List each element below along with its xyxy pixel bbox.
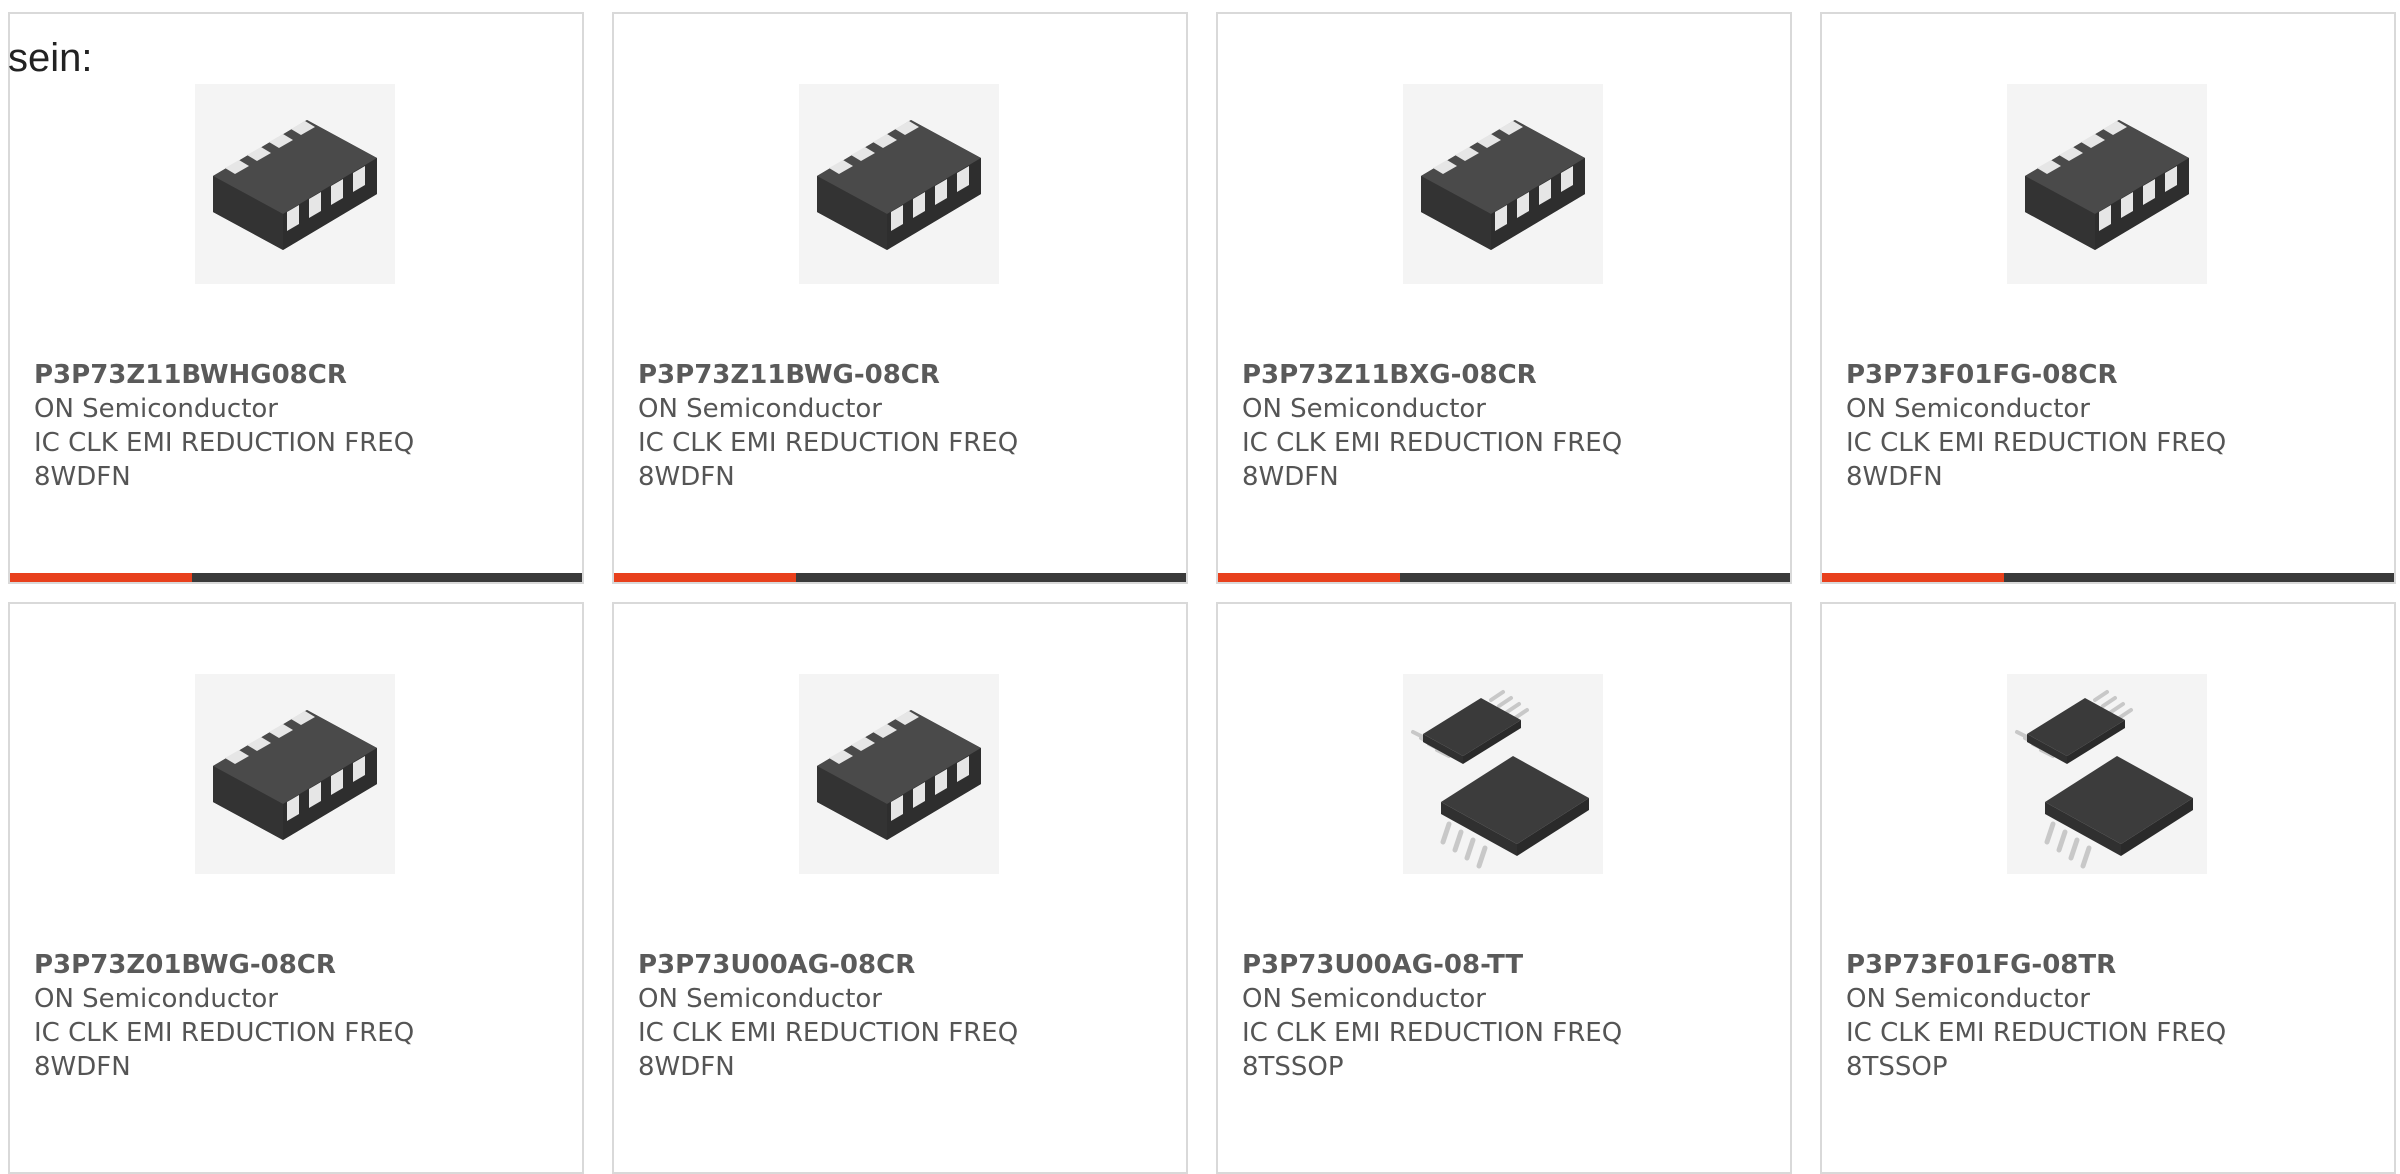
part-number-link[interactable]: P3P73Z01BWG-08CR	[34, 948, 414, 982]
product-grid: P3P73Z11BWHG08CR ON Semiconductor IC CLK…	[8, 12, 2400, 1174]
product-card[interactable]: P3P73Z11BXG-08CR ON Semiconductor IC CLK…	[1216, 12, 1792, 584]
card-bottom-bar	[614, 573, 1186, 582]
card-bottom-bar	[1218, 573, 1790, 582]
manufacturer: ON Semiconductor	[638, 984, 882, 1014]
product-card[interactable]: P3P73F01FG-08CR ON Semiconductor IC CLK …	[1820, 12, 2396, 584]
card-bottom-bar	[10, 573, 582, 582]
description: IC CLK EMI REDUCTION FREQ	[1846, 428, 2227, 458]
product-info: P3P73U00AG-08-TT ON Semiconductor IC CLK…	[1242, 948, 1622, 1084]
tssop-chip-icon[interactable]	[1403, 674, 1603, 874]
accent-strip	[1218, 573, 1400, 582]
product-card[interactable]: P3P73Z01BWG-08CR ON Semiconductor IC CLK…	[8, 602, 584, 1174]
product-card[interactable]: P3P73U00AG-08CR ON Semiconductor IC CLK …	[612, 602, 1188, 1174]
wdfn-chip-icon[interactable]	[1403, 84, 1603, 284]
package: 8WDFN	[34, 1052, 131, 1082]
description: IC CLK EMI REDUCTION FREQ	[1846, 1018, 2227, 1048]
wdfn-chip-icon[interactable]	[195, 674, 395, 874]
description: IC CLK EMI REDUCTION FREQ	[34, 1018, 415, 1048]
product-info: P3P73Z11BWG-08CR ON Semiconductor IC CLK…	[638, 358, 1018, 494]
package: 8WDFN	[638, 1052, 735, 1082]
part-number-link[interactable]: P3P73Z11BWG-08CR	[638, 358, 1018, 392]
part-number-link[interactable]: P3P73Z11BXG-08CR	[1242, 358, 1622, 392]
wdfn-chip-icon[interactable]	[799, 84, 999, 284]
product-card[interactable]: P3P73F01FG-08TR ON Semiconductor IC CLK …	[1820, 602, 2396, 1174]
description: IC CLK EMI REDUCTION FREQ	[638, 428, 1019, 458]
wdfn-chip-icon[interactable]	[2007, 84, 2207, 284]
part-number-link[interactable]: P3P73U00AG-08-TT	[1242, 948, 1622, 982]
card-bottom-bar	[1822, 573, 2394, 582]
part-number-link[interactable]: P3P73U00AG-08CR	[638, 948, 1018, 982]
product-info: P3P73Z01BWG-08CR ON Semiconductor IC CLK…	[34, 948, 414, 1084]
manufacturer: ON Semiconductor	[1242, 394, 1486, 424]
manufacturer: ON Semiconductor	[34, 984, 278, 1014]
package: 8WDFN	[1846, 462, 1943, 492]
product-card[interactable]: P3P73Z11BWG-08CR ON Semiconductor IC CLK…	[612, 12, 1188, 584]
manufacturer: ON Semiconductor	[34, 394, 278, 424]
tssop-chip-icon[interactable]	[2007, 674, 2207, 874]
accent-strip	[614, 573, 796, 582]
product-info: P3P73U00AG-08CR ON Semiconductor IC CLK …	[638, 948, 1018, 1084]
package: 8WDFN	[638, 462, 735, 492]
product-card[interactable]: P3P73U00AG-08-TT ON Semiconductor IC CLK…	[1216, 602, 1792, 1174]
part-number-link[interactable]: P3P73Z11BWHG08CR	[34, 358, 414, 392]
package: 8TSSOP	[1242, 1052, 1344, 1082]
description: IC CLK EMI REDUCTION FREQ	[1242, 1018, 1623, 1048]
manufacturer: ON Semiconductor	[638, 394, 882, 424]
product-info: P3P73Z11BWHG08CR ON Semiconductor IC CLK…	[34, 358, 414, 494]
description: IC CLK EMI REDUCTION FREQ	[1242, 428, 1623, 458]
intro-text: sein:	[8, 36, 93, 80]
part-number-link[interactable]: P3P73F01FG-08TR	[1846, 948, 2226, 982]
package: 8WDFN	[34, 462, 131, 492]
accent-strip	[10, 573, 192, 582]
wdfn-chip-icon[interactable]	[195, 84, 395, 284]
wdfn-chip-icon[interactable]	[799, 674, 999, 874]
part-number-link[interactable]: P3P73F01FG-08CR	[1846, 358, 2226, 392]
description: IC CLK EMI REDUCTION FREQ	[638, 1018, 1019, 1048]
product-card[interactable]: P3P73Z11BWHG08CR ON Semiconductor IC CLK…	[8, 12, 584, 584]
package: 8TSSOP	[1846, 1052, 1948, 1082]
description: IC CLK EMI REDUCTION FREQ	[34, 428, 415, 458]
manufacturer: ON Semiconductor	[1846, 984, 2090, 1014]
accent-strip	[1822, 573, 2004, 582]
manufacturer: ON Semiconductor	[1846, 394, 2090, 424]
manufacturer: ON Semiconductor	[1242, 984, 1486, 1014]
product-info: P3P73F01FG-08TR ON Semiconductor IC CLK …	[1846, 948, 2226, 1084]
product-info: P3P73Z11BXG-08CR ON Semiconductor IC CLK…	[1242, 358, 1622, 494]
product-info: P3P73F01FG-08CR ON Semiconductor IC CLK …	[1846, 358, 2226, 494]
package: 8WDFN	[1242, 462, 1339, 492]
